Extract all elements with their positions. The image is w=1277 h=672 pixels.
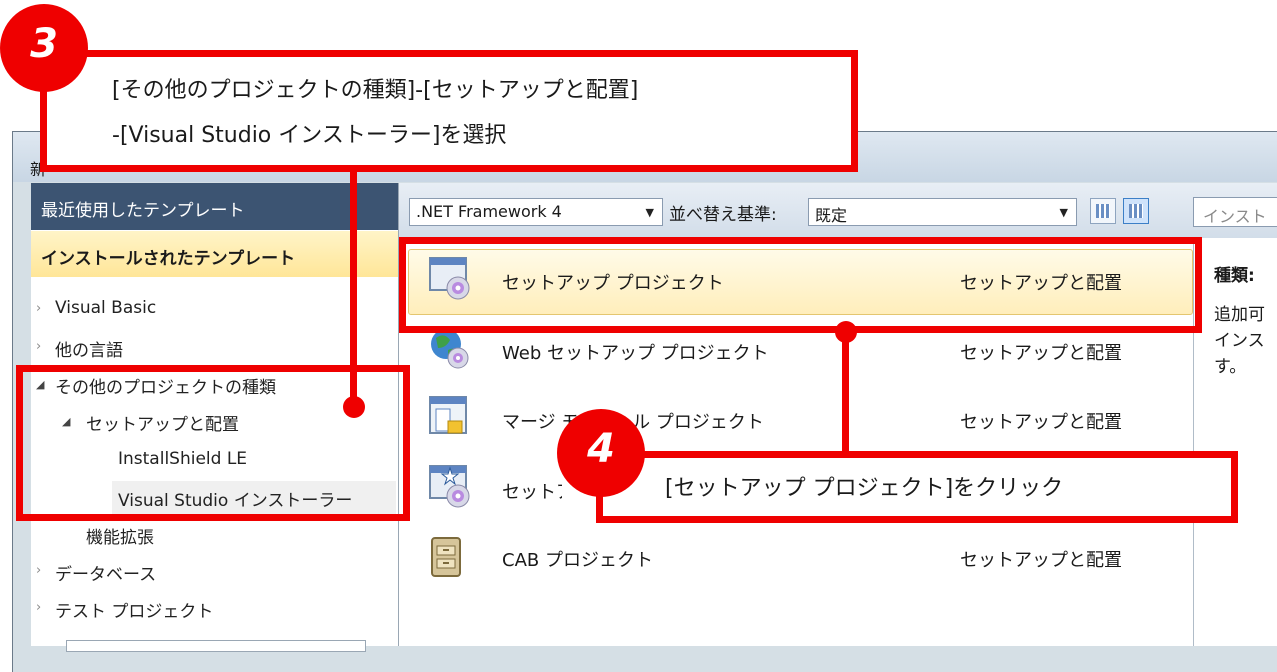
description-line: す。 [1214, 357, 1247, 377]
step3-number-badge: 3 [0, 4, 88, 92]
step4-connector-dot [835, 321, 857, 343]
installed-templates-label: インストールされたテンプレート [41, 249, 296, 269]
merge-module-project-icon [428, 395, 472, 439]
collapsed-arrow-icon[interactable]: › [36, 563, 41, 578]
step4-connector-line [842, 330, 849, 455]
collapsed-arrow-icon[interactable]: › [36, 301, 41, 316]
tree-item-extensibility[interactable]: 機能拡張 [86, 523, 154, 548]
chevron-down-icon: ▼ [645, 206, 654, 219]
step3-connector-line [350, 168, 357, 406]
framework-dropdown[interactable]: .NET Framework 4 ▼ [409, 198, 663, 226]
template-name[interactable]: CAB プロジェクト [502, 546, 653, 572]
framework-value: .NET Framework 4 [416, 202, 562, 221]
step3-callout [40, 50, 858, 172]
sort-label: 並べ替え基準: [669, 205, 777, 225]
tree-item-test-project[interactable]: テスト プロジェクト [55, 597, 213, 622]
type-label: 種類: [1214, 266, 1255, 286]
cab-project-icon [428, 534, 472, 578]
step4-number-badge: 4 [557, 409, 645, 497]
description-line: インス [1214, 331, 1265, 351]
sort-value: 既定 [815, 206, 848, 225]
step4-highlight-box [399, 237, 1202, 333]
step3-text-line1: [その他のプロジェクトの種類]-[セットアップと配置] [112, 78, 639, 103]
template-category: セットアップと配置 [960, 412, 1122, 433]
step3-connector-dot [343, 396, 365, 418]
collapsed-arrow-icon[interactable]: › [36, 600, 41, 615]
description-line: 追加可 [1214, 305, 1265, 325]
template-category: セットアップと配置 [960, 343, 1122, 364]
step3-text-line2: -[Visual Studio インストーラー]を選択 [112, 123, 507, 148]
tree-item-visual-basic[interactable]: Visual Basic [55, 298, 156, 318]
template-category: セットアップと配置 [960, 550, 1122, 571]
large-icons-view-button[interactable] [1090, 198, 1116, 224]
tree-item-database[interactable]: データベース [55, 560, 156, 585]
search-placeholder: インスト [1203, 207, 1267, 226]
step4-text: [セットアップ プロジェクト]をクリック [665, 476, 1064, 501]
chevron-down-icon: ▼ [1059, 206, 1068, 219]
online-templates-search[interactable] [66, 640, 366, 652]
template-name[interactable]: セットアップ ウィザード [502, 478, 562, 504]
tree-item-other-languages[interactable]: 他の言語 [55, 336, 123, 361]
list-icon [1129, 204, 1143, 218]
sort-dropdown[interactable]: 既定 ▼ [808, 198, 1077, 226]
grid-icon [1096, 204, 1110, 218]
setup-wizard-icon [428, 464, 472, 508]
list-view-button[interactable] [1123, 198, 1149, 224]
collapsed-arrow-icon[interactable]: › [36, 339, 41, 354]
template-name[interactable]: Web セットアップ プロジェクト [502, 339, 769, 365]
recent-templates-label: 最近使用したテンプレート [41, 201, 245, 221]
